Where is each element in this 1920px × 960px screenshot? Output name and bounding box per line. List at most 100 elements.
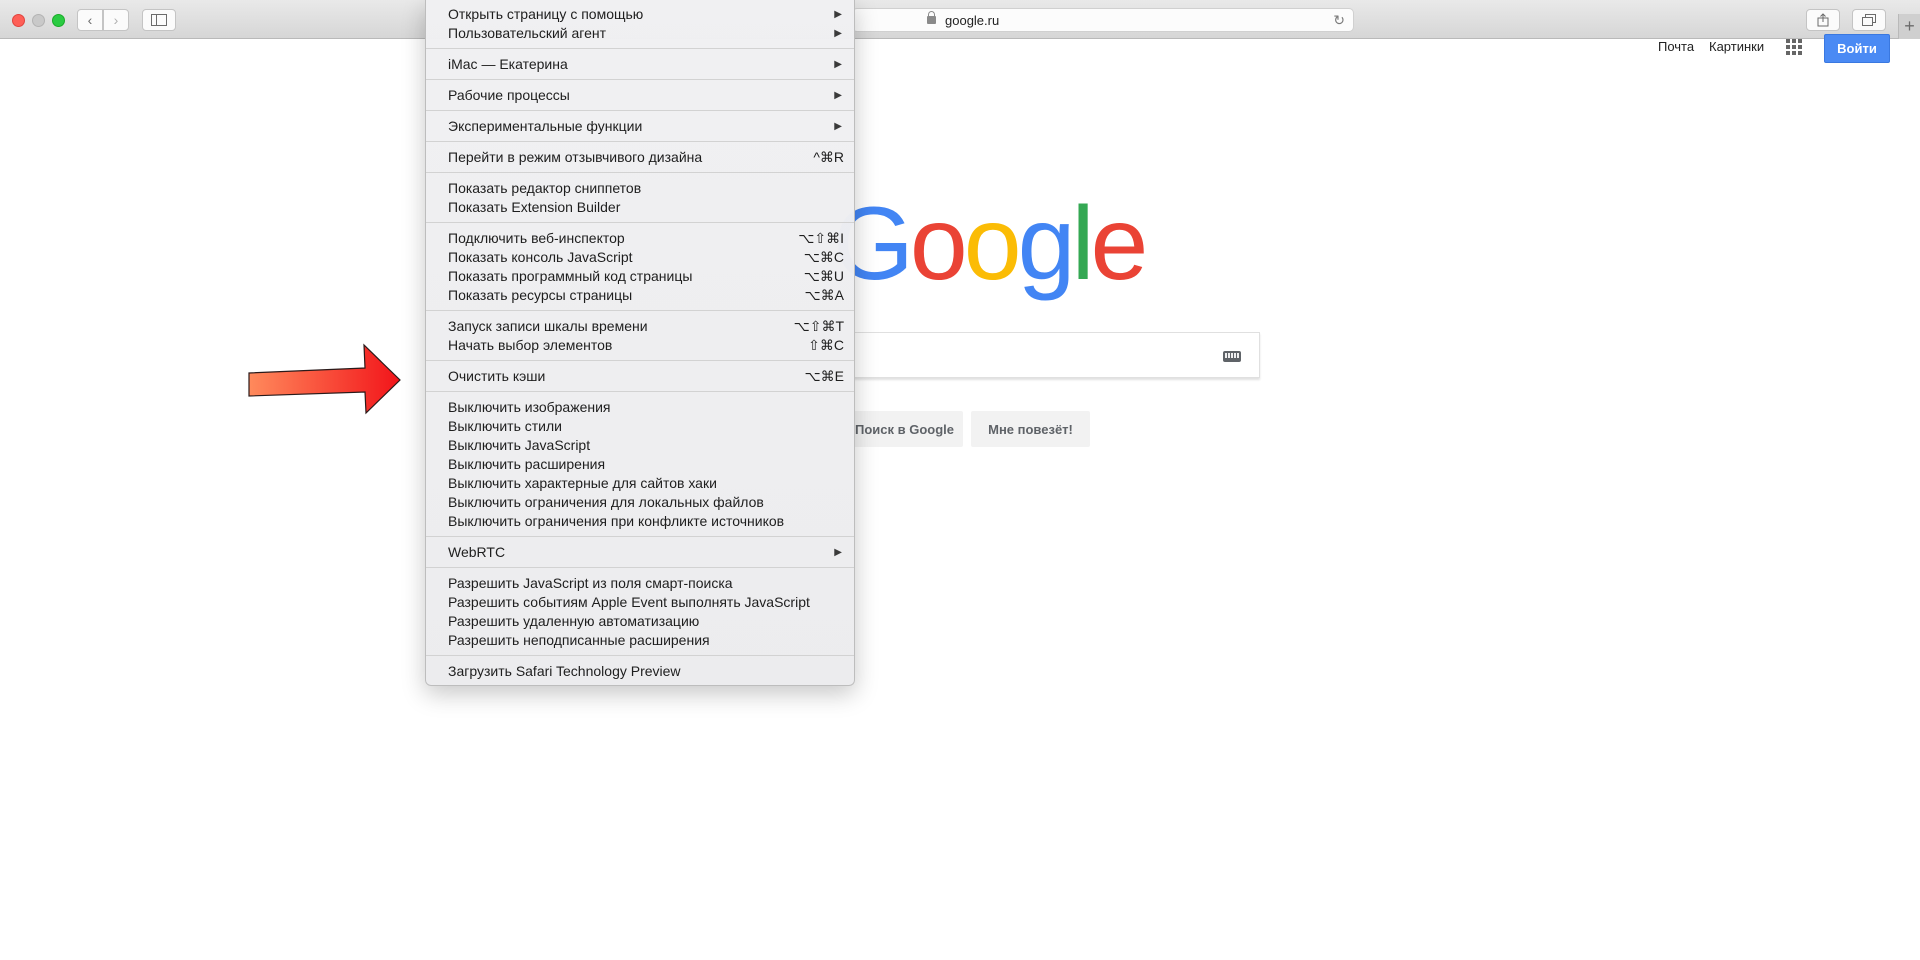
menu-item-shortcut: ⌥⌘C xyxy=(803,249,844,265)
submenu-arrow-icon: ▶ xyxy=(834,90,842,101)
menu-item-shortcut: ⌥⌘E xyxy=(804,368,844,384)
logo-letter: o xyxy=(909,186,968,302)
menu-separator xyxy=(426,110,854,111)
browser-window: ‹ › google.ru ↻ + Почта Картинки Войти G… xyxy=(0,0,1920,960)
menu-item[interactable]: Выключить ограничения для локальных файл… xyxy=(426,493,854,512)
menu-item[interactable]: Подключить веб-инспектор ⌥⇧⌘I xyxy=(426,229,854,248)
keyboard-icon[interactable] xyxy=(1223,351,1241,362)
menu-item[interactable]: iMac — Екатерина ▶ xyxy=(426,55,854,74)
menu-separator xyxy=(426,48,854,49)
sidebar-toggle-button[interactable] xyxy=(142,9,176,31)
google-search-button[interactable]: Поиск в Google xyxy=(846,411,963,447)
menu-item[interactable]: Запуск записи шкалы времени ⌥⇧⌘T xyxy=(426,317,854,336)
menu-separator xyxy=(426,172,854,173)
menu-separator xyxy=(426,391,854,392)
menu-separator xyxy=(426,655,854,656)
submenu-arrow-icon: ▶ xyxy=(834,59,842,70)
menu-item[interactable]: Разрешить событиям Apple Event выполнять… xyxy=(426,593,854,612)
menu-item[interactable]: Разрешить JavaScript из поля смарт-поиск… xyxy=(426,574,854,593)
annotation-arrow-icon xyxy=(248,343,401,415)
menu-item[interactable]: Показать программный код страницы ⌥⌘U xyxy=(426,267,854,286)
menu-item[interactable]: Открыть страницу с помощью ▶ xyxy=(426,5,854,24)
menu-item-label: Разрешить удаленную автоматизацию xyxy=(448,613,700,629)
back-button[interactable]: ‹ xyxy=(77,9,103,31)
menu-item[interactable]: Пользовательский агент ▶ xyxy=(426,24,854,43)
menu-separator xyxy=(426,310,854,311)
menu-item[interactable]: Рабочие процессы ▶ xyxy=(426,86,854,105)
menu-item[interactable]: Загрузить Safari Technology Preview xyxy=(426,662,854,681)
sidebar-icon xyxy=(151,14,167,26)
menu-item-label: Рабочие процессы xyxy=(448,87,570,103)
images-link[interactable]: Картинки xyxy=(1709,39,1764,54)
minimize-window-button[interactable] xyxy=(32,14,45,27)
menu-item-label: Экспериментальные функции xyxy=(448,118,643,134)
new-tab-button[interactable]: + xyxy=(1898,14,1920,39)
menu-item[interactable]: Перейти в режим отзывчивого дизайна ^⌘R xyxy=(426,148,854,167)
lucky-button[interactable]: Мне повезёт! xyxy=(971,411,1090,447)
forward-button[interactable]: › xyxy=(103,9,129,31)
lock-icon xyxy=(927,11,936,24)
menu-item-shortcut: ⌥⇧⌘T xyxy=(793,318,844,334)
menu-item[interactable]: Очистить кэши ⌥⌘E xyxy=(426,367,854,386)
logo-letter: e xyxy=(1090,186,1149,302)
menu-item-label: Выключить JavaScript xyxy=(448,437,591,453)
menu-item[interactable]: Начать выбор элементов ⇧⌘C xyxy=(426,336,854,355)
menu-item[interactable]: Выключить изображения xyxy=(426,398,854,417)
menu-item[interactable]: Экспериментальные функции ▶ xyxy=(426,117,854,136)
google-logo: Google xyxy=(833,186,1149,302)
menu-item[interactable]: Выключить характерные для сайтов хаки xyxy=(426,474,854,493)
search-input[interactable] xyxy=(784,332,1260,378)
close-window-button[interactable] xyxy=(12,14,25,27)
menu-item-label: Загрузить Safari Technology Preview xyxy=(448,663,681,679)
menu-item-label: Показать ресурсы страницы xyxy=(448,287,633,303)
menu-item[interactable]: Показать консоль JavaScript ⌥⌘C xyxy=(426,248,854,267)
logo-letter: g xyxy=(1017,186,1076,302)
share-button[interactable] xyxy=(1806,9,1840,31)
menu-item[interactable]: Показать редактор сниппетов xyxy=(426,179,854,198)
menu-item[interactable]: Выключить ограничения при конфликте исто… xyxy=(426,512,854,531)
menu-separator xyxy=(426,79,854,80)
tabs-icon xyxy=(1862,14,1876,26)
menu-item[interactable]: Выключить стили xyxy=(426,417,854,436)
apps-grid-icon[interactable] xyxy=(1786,39,1802,55)
menu-item-shortcut: ⌥⌘A xyxy=(804,287,844,303)
menu-item-label: Выключить расширения xyxy=(448,456,606,472)
menu-item-label: Показать консоль JavaScript xyxy=(448,249,633,265)
maximize-window-button[interactable] xyxy=(52,14,65,27)
menu-item-label: iMac — Екатерина xyxy=(448,56,568,72)
menu-separator xyxy=(426,141,854,142)
menu-item-shortcut: ^⌘R xyxy=(813,149,844,165)
menu-item-label: Показать программный код страницы xyxy=(448,268,693,284)
submenu-arrow-icon: ▶ xyxy=(834,547,842,558)
menu-item-label: Подключить веб-инспектор xyxy=(448,230,625,246)
gmail-link[interactable]: Почта xyxy=(1658,39,1694,54)
sign-in-button[interactable]: Войти xyxy=(1824,34,1890,63)
menu-item[interactable]: Выключить расширения xyxy=(426,455,854,474)
menu-item[interactable]: Разрешить неподписанные расширения xyxy=(426,631,854,650)
menu-item[interactable]: Разрешить удаленную автоматизацию xyxy=(426,612,854,631)
share-icon xyxy=(1817,13,1829,27)
menu-item-label: Показать Extension Builder xyxy=(448,199,621,215)
menu-item[interactable]: Выключить JavaScript xyxy=(426,436,854,455)
menu-item[interactable]: Показать Extension Builder xyxy=(426,198,854,217)
submenu-arrow-icon: ▶ xyxy=(834,28,842,39)
develop-menu: Открыть страницу с помощью ▶ Пользовательс… xyxy=(425,0,855,686)
menu-item-label: Выключить характерные для сайтов хаки xyxy=(448,475,717,491)
reload-icon[interactable]: ↻ xyxy=(1333,12,1345,29)
menu-item-label: Запуск записи шкалы времени xyxy=(448,318,648,334)
chevron-left-icon: ‹ xyxy=(87,12,93,28)
menu-item-label: Очистить кэши xyxy=(448,368,546,384)
menu-item-label: WebRTC xyxy=(448,544,506,560)
menu-item-label: Показать редактор сниппетов xyxy=(448,180,642,196)
menu-item[interactable]: Показать ресурсы страницы ⌥⌘A xyxy=(426,286,854,305)
menu-item-shortcut: ⌥⌘U xyxy=(803,268,844,284)
logo-letter: l xyxy=(1071,186,1094,302)
menu-separator xyxy=(426,360,854,361)
menu-item-label: Разрешить неподписанные расширения xyxy=(448,632,710,648)
address-bar[interactable]: google.ru ↻ xyxy=(852,8,1354,32)
submenu-arrow-icon: ▶ xyxy=(834,121,842,132)
menu-item-label: Выключить ограничения для локальных файл… xyxy=(448,494,764,510)
show-tabs-button[interactable] xyxy=(1852,9,1886,31)
menu-item[interactable]: WebRTC ▶ xyxy=(426,543,854,562)
menu-item-label: Выключить стили xyxy=(448,418,562,434)
